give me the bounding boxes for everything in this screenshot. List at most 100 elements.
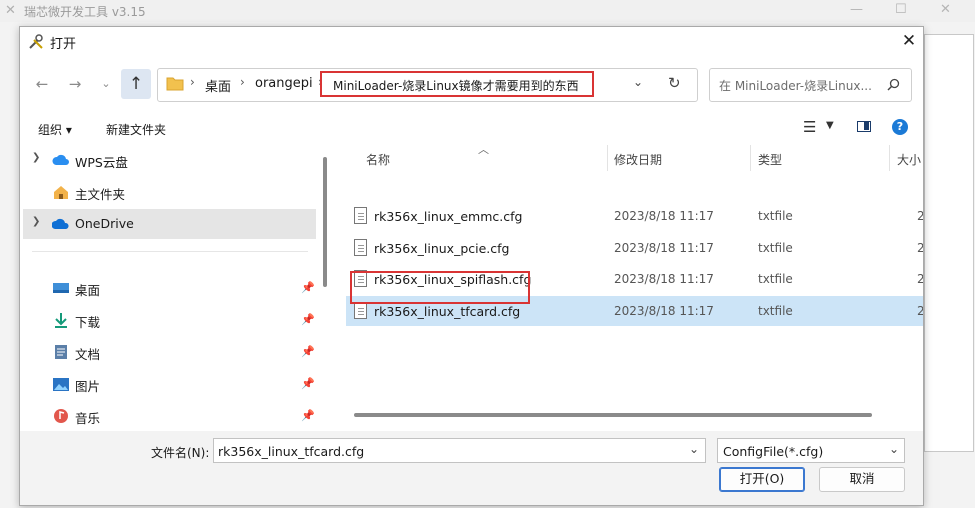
sidebar-item-onedrive[interactable]: ❯ OneDrive [23,209,316,239]
folder-icon [166,77,184,91]
refresh-icon[interactable]: ↻ [668,74,681,92]
sidebar-item-wps-cloud[interactable]: ❯ WPS云盘 [23,145,316,175]
file-size: 2 [917,304,923,318]
new-folder-button[interactable]: 新建文件夹 [106,121,166,138]
file-date: 2023/8/18 11:17 [614,304,714,318]
close-icon[interactable]: ✕ [940,2,951,17]
breadcrumb-current-folder[interactable]: MiniLoader-烧录Linux镜像才需要用到的东西 [333,77,579,94]
sidebar-item-label: 音乐 [75,411,101,426]
file-date: 2023/8/18 11:17 [614,241,714,255]
column-divider [889,145,890,171]
desktop-icon [53,283,69,293]
minimize-icon[interactable]: — [850,2,863,17]
dialog-titlebar: 打开 ✕ [20,27,923,56]
app-title: 瑞芯微开发工具 v3.15 [24,5,146,19]
file-size: 2 [917,241,923,255]
home-icon [54,186,68,199]
organize-menu-button[interactable]: 组织 ▾ [38,121,72,138]
cloud-icon [52,218,69,229]
app-logo-icon: ✕ [5,3,16,18]
file-list-horizontal-scrollbar[interactable] [354,413,872,417]
preview-pane-fill [864,122,869,130]
open-file-dialog: 打开 ✕ ← → ⌄ ↑ › 桌面 › orangepi › MiniLoade… [19,26,924,506]
breadcrumb-separator-icon: › [240,75,245,89]
sidebar-item-label: WPS云盘 [75,155,128,170]
help-icon[interactable]: ? [892,119,908,135]
sidebar-item-label: 图片 [75,379,101,394]
maximize-icon[interactable]: ☐ [895,2,907,17]
sidebar-scrollbar[interactable] [323,157,327,287]
breadcrumb-desktop[interactable]: 桌面 [205,76,231,95]
column-header-size[interactable]: 大小 [897,151,921,168]
address-bar[interactable]: › 桌面 › orangepi › MiniLoader-烧录Linux镜像才需… [157,68,698,102]
cancel-button[interactable]: 取消 [819,467,905,492]
sidebar-item-home[interactable]: 主文件夹 [23,177,316,207]
file-type: txtfile [758,272,793,286]
open-button[interactable]: 打开(O) [719,467,805,492]
sidebar-item-downloads[interactable]: 下载 📌 [23,305,316,335]
file-name: rk356x_linux_emmc.cfg [374,209,523,224]
sidebar-item-pictures[interactable]: 图片 📌 [23,369,316,399]
column-header-name[interactable]: 名称 [366,151,390,168]
recent-chevron-down-icon[interactable]: ⌄ [93,71,119,97]
filename-dropdown-chevron-icon[interactable]: ⌄ [689,442,699,456]
file-type: txtfile [758,304,793,318]
file-type-filter-select[interactable]: ConfigFile(*.cfg) ⌄ [717,438,905,463]
file-date: 2023/8/18 11:17 [614,209,714,223]
forward-arrow-icon[interactable]: → [62,71,88,97]
address-dropdown-chevron-icon[interactable]: ⌄ [633,75,643,89]
document-icon [55,345,67,359]
view-chevron-down-icon[interactable]: ▼ [826,120,834,131]
breadcrumb-separator-icon: › [190,75,195,89]
search-placeholder: 在 MiniLoader-烧录Linux... [719,79,872,93]
sidebar-item-label: 主文件夹 [75,187,126,202]
column-divider [607,145,608,171]
selected-file-highlight-box [350,271,530,304]
file-icon [354,239,367,256]
background-left-strip [0,22,19,508]
table-row[interactable]: rk356x_linux_emmc.cfg 2023/8/18 11:17 tx… [346,201,923,231]
table-row[interactable]: rk356x_linux_pcie.cfg 2023/8/18 11:17 tx… [346,233,923,263]
breadcrumb-orangepi[interactable]: orangepi [255,76,313,91]
file-type: txtfile [758,241,793,255]
column-divider [750,145,751,171]
file-size: 2 [917,272,923,286]
file-name: rk356x_linux_pcie.cfg [374,241,510,256]
sidebar-item-documents[interactable]: 文档 📌 [23,337,316,367]
background-panel [924,34,974,452]
pin-icon[interactable]: 📌 [301,313,315,326]
dialog-close-icon[interactable]: ✕ [898,30,920,52]
download-icon [55,313,67,328]
file-type-filter-value: ConfigFile(*.cfg) [723,444,824,459]
background-app-titlebar: ✕ 瑞芯微开发工具 v3.15 — ☐ ✕ [0,0,975,22]
file-date: 2023/8/18 11:17 [614,272,714,286]
cloud-icon [52,154,69,165]
file-icon [354,207,367,224]
filter-dropdown-chevron-icon[interactable]: ⌄ [889,442,899,456]
preview-pane-icon[interactable] [857,121,871,132]
pin-icon[interactable]: 📌 [301,377,315,390]
search-icon[interactable] [887,78,900,91]
column-header-type[interactable]: 类型 [758,151,782,168]
sidebar-item-desktop[interactable]: 桌面 📌 [23,273,316,303]
column-header-date[interactable]: 修改日期 [614,151,662,168]
pin-icon[interactable]: 📌 [301,409,315,422]
filename-field[interactable]: rk356x_linux_tfcard.cfg [218,444,364,459]
back-arrow-icon[interactable]: ← [29,71,55,97]
sidebar-item-label: OneDrive [75,216,134,231]
filename-combobox[interactable]: rk356x_linux_tfcard.cfg ⌄ [213,438,706,463]
navigation-pane: ❯ WPS云盘 主文件夹 ❯ OneDrive 桌面 📌 下载 📌 文档 📌 图… [20,143,320,430]
sort-ascending-icon: ︿ [478,143,489,156]
sidebar-item-label: 文档 [75,347,101,362]
up-arrow-icon[interactable]: ↑ [121,69,151,99]
sidebar-item-music[interactable]: 音乐 📌 [23,401,316,430]
search-box[interactable]: 在 MiniLoader-烧录Linux... [709,68,912,102]
pin-icon[interactable]: 📌 [301,345,315,358]
sidebar-item-label: 桌面 [75,283,101,298]
filename-label: 文件名(N): [151,446,210,460]
sidebar-divider [32,251,308,252]
pin-icon[interactable]: 📌 [301,281,315,294]
view-options-icon[interactable]: ☰ [803,118,816,136]
expand-chevron-icon[interactable]: ❯ [32,152,40,163]
expand-chevron-icon[interactable]: ❯ [32,216,40,227]
